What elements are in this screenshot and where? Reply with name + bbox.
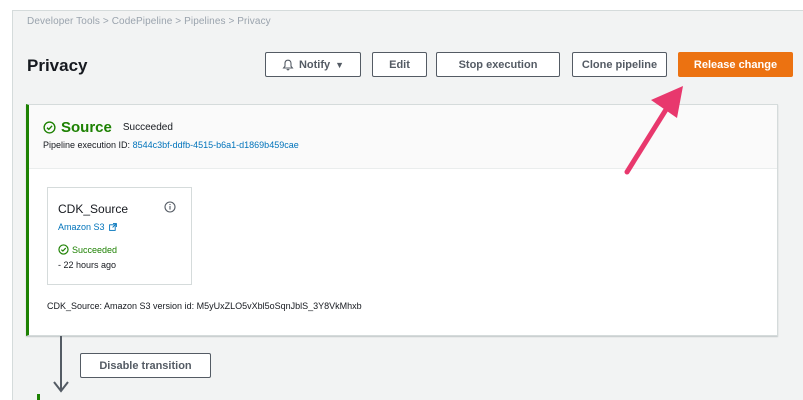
source-stage-card: Source Succeeded Pipeline execution ID: … bbox=[26, 104, 778, 336]
edit-button[interactable]: Edit bbox=[372, 52, 427, 77]
stop-execution-button[interactable]: Stop execution bbox=[436, 52, 560, 77]
check-circle-icon bbox=[58, 244, 69, 255]
action-card: CDK_Source Amazon S3 Succeeded - 22 hour… bbox=[47, 187, 192, 285]
notify-button-label: Notify bbox=[298, 58, 331, 71]
caret-down-icon: ▼ bbox=[335, 59, 345, 70]
execution-id-row: Pipeline execution ID: 8544c3bf-ddfb-451… bbox=[43, 140, 299, 150]
stage-title-row: Source Succeeded bbox=[43, 119, 173, 136]
bell-icon bbox=[282, 59, 294, 70]
next-stage-border bbox=[37, 394, 40, 400]
action-status-label: Succeeded bbox=[72, 244, 118, 255]
source-version-line: CDK_Source: Amazon S3 version id: M5yUxZ… bbox=[47, 301, 362, 311]
release-change-button[interactable]: Release change bbox=[678, 52, 793, 77]
breadcrumb[interactable]: Developer Tools > CodePipeline > Pipelin… bbox=[27, 16, 271, 27]
provider-link[interactable]: Amazon S3 bbox=[58, 222, 117, 232]
provider-label: Amazon S3 bbox=[58, 222, 105, 232]
execution-id-link[interactable]: 8544c3bf-ddfb-4515-b6a1-d1869b459cae bbox=[133, 140, 299, 150]
notify-button[interactable]: Notify ▼ bbox=[265, 52, 361, 77]
execution-id-label: Pipeline execution ID: bbox=[43, 140, 131, 150]
external-link-icon bbox=[108, 223, 117, 231]
stage-status: Succeeded bbox=[122, 122, 173, 133]
stage-header: Source Succeeded Pipeline execution ID: … bbox=[29, 105, 777, 169]
page-title: Privacy bbox=[27, 56, 88, 75]
action-status: Succeeded bbox=[58, 244, 117, 255]
clone-pipeline-button[interactable]: Clone pipeline bbox=[572, 52, 667, 77]
disable-transition-button[interactable]: Disable transition bbox=[80, 353, 211, 378]
action-time: - 22 hours ago bbox=[58, 260, 117, 270]
info-icon[interactable] bbox=[164, 201, 176, 213]
action-name: CDK_Source bbox=[58, 202, 129, 216]
down-arrow-icon bbox=[53, 336, 69, 393]
stage-name: Source bbox=[61, 119, 112, 136]
check-circle-icon bbox=[43, 121, 56, 134]
